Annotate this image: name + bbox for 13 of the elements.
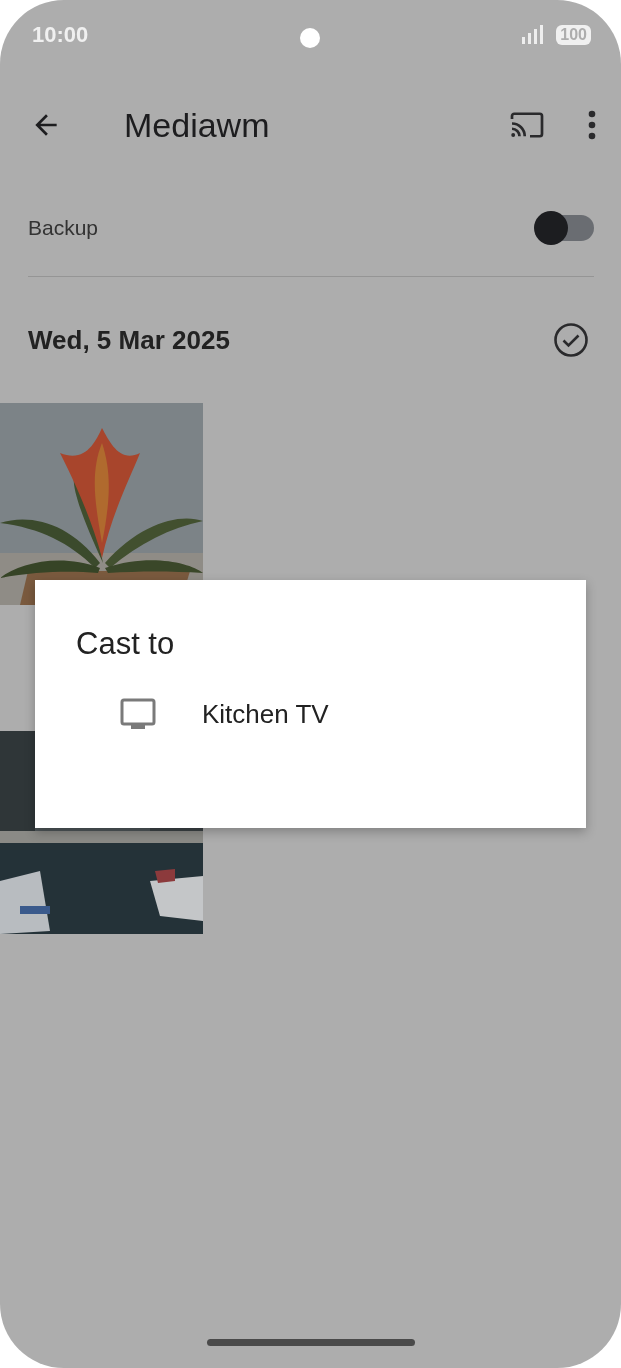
tv-icon xyxy=(120,698,156,730)
select-all-icon[interactable] xyxy=(553,322,589,358)
signal-icon xyxy=(522,25,545,45)
backup-label: Backup xyxy=(28,216,99,240)
app-title: Mediawm xyxy=(124,105,270,145)
date-heading: Wed, 5 Mar 2025 xyxy=(28,324,230,356)
backup-toggle[interactable] xyxy=(534,211,594,245)
status-time: 10:00 xyxy=(32,22,89,48)
device-item[interactable]: Kitchen TV xyxy=(120,698,337,730)
battery-level: 100 xyxy=(556,25,591,45)
more-options-button[interactable] xyxy=(587,109,597,141)
camera-dot xyxy=(300,28,320,48)
dialog-title: Cast to xyxy=(76,626,176,662)
